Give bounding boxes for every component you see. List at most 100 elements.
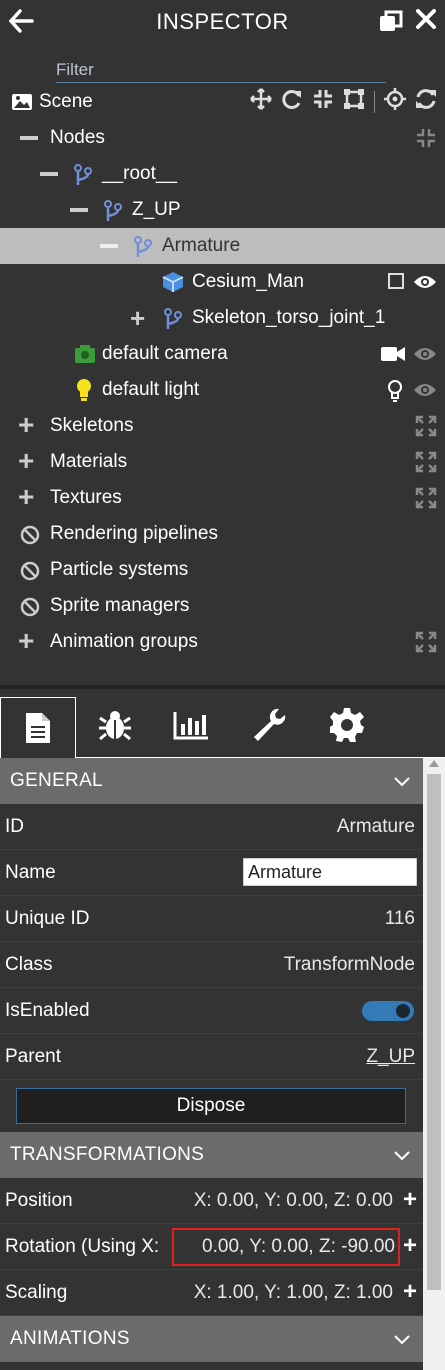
collapse-all-icon[interactable] <box>415 127 437 155</box>
dispose-button[interactable]: Dispose <box>16 1088 406 1124</box>
close-icon[interactable] <box>415 6 437 39</box>
transform-node-icon <box>74 164 92 192</box>
prop-parent: Parent Z_UP <box>0 1034 423 1080</box>
tree-node-default-camera[interactable]: default camera <box>0 336 445 372</box>
tab-statistics[interactable] <box>154 697 228 757</box>
tree-section-materials[interactable]: + Materials <box>0 444 445 480</box>
prop-unique-id: Unique ID 116 <box>0 896 423 942</box>
prop-id-label: ID <box>5 815 24 837</box>
crosshair-icon[interactable] <box>384 88 406 116</box>
section-label-textures: Textures <box>50 487 122 508</box>
light-bulb-outline-icon[interactable] <box>387 379 403 409</box>
refresh-icon[interactable] <box>415 88 437 116</box>
prop-enabled-label: IsEnabled <box>5 999 90 1021</box>
collapse-minus-icon[interactable] <box>40 172 58 176</box>
tab-settings[interactable] <box>310 697 384 757</box>
enabled-toggle[interactable] <box>362 1001 414 1021</box>
bounding-box-gizmo-icon[interactable] <box>343 88 365 116</box>
collapse-minus-icon[interactable] <box>20 136 38 140</box>
expand-all-icon[interactable] <box>415 487 437 515</box>
tree-node-cesium-man[interactable]: Cesium_Man <box>0 264 445 300</box>
expand-plus-icon[interactable]: + <box>18 627 34 655</box>
tree-node-armature[interactable]: Armature <box>0 228 445 264</box>
section-transformations[interactable]: TRANSFORMATIONS <box>0 1132 423 1178</box>
expand-plus-icon[interactable]: + <box>18 411 34 439</box>
tree-section-rendering-pipelines[interactable]: Rendering pipelines <box>0 516 445 552</box>
section-general[interactable]: GENERAL <box>0 758 423 804</box>
tree-section-animation-groups[interactable]: + Animation groups <box>0 624 445 660</box>
section-animations[interactable]: ANIMATIONS <box>0 1316 423 1362</box>
tree-node-default-light[interactable]: default light <box>0 372 445 408</box>
tree-section-skeletons[interactable]: + Skeletons <box>0 408 445 444</box>
tree-section-textures[interactable]: + Textures <box>0 480 445 516</box>
nodes-row[interactable]: Nodes <box>0 120 445 156</box>
prop-name-label: Name <box>5 861 56 883</box>
parent-link[interactable]: Z_UP <box>366 1046 415 1068</box>
tree-node-root[interactable]: __root__ <box>0 156 445 192</box>
tree-section-sprite-managers[interactable]: Sprite managers <box>0 588 445 624</box>
scaling-value: X: 1.00, Y: 1.00, Z: 1.00 <box>193 1281 393 1303</box>
eye-icon[interactable] <box>413 273 437 297</box>
scroll-up-arrow-icon[interactable] <box>429 760 439 767</box>
expand-plus-icon[interactable]: + <box>403 1234 417 1258</box>
chevron-down-icon[interactable] <box>393 772 411 794</box>
tab-properties[interactable] <box>0 697 76 759</box>
dispose-row: Dispose <box>0 1080 423 1132</box>
prop-rotation[interactable]: Rotation (Using X: 0.00, Y: 0.00, Z: -90… <box>0 1224 423 1270</box>
expand-plus-icon[interactable]: + <box>403 1280 417 1304</box>
expand-plus-icon[interactable]: + <box>403 1188 417 1212</box>
light-bulb-icon <box>76 378 92 408</box>
prop-class-label: Class <box>5 953 53 975</box>
transform-node-icon <box>104 200 122 228</box>
expand-all-icon[interactable] <box>415 415 437 443</box>
node-label-cesium-man: Cesium_Man <box>192 271 304 292</box>
highlight-box <box>172 1228 400 1266</box>
wrench-icon <box>251 707 287 748</box>
chevron-down-icon[interactable] <box>393 1146 411 1168</box>
section-title-animations: ANIMATIONS <box>10 1328 130 1349</box>
prop-scaling[interactable]: Scaling X: 1.00, Y: 1.00, Z: 1.00 + <box>0 1270 423 1316</box>
node-label-armature: Armature <box>162 235 241 256</box>
eye-icon[interactable] <box>413 381 437 405</box>
camera-icon <box>74 344 96 370</box>
tab-debug[interactable] <box>78 697 152 757</box>
prop-class: Class TransformNode <box>0 942 423 988</box>
name-field[interactable] <box>243 858 417 886</box>
prop-class-value: TransformNode <box>283 953 415 975</box>
expand-plus-icon[interactable]: + <box>18 483 34 511</box>
expand-plus-icon[interactable]: + <box>130 305 145 331</box>
bounding-box-checkbox[interactable] <box>388 273 404 289</box>
section-label-rendering-pipelines: Rendering pipelines <box>50 523 218 544</box>
popout-icon[interactable] <box>379 10 403 37</box>
scrollbar-thumb[interactable] <box>427 774 441 1290</box>
section-label-particle-systems: Particle systems <box>50 559 189 580</box>
eye-icon[interactable] <box>413 345 437 369</box>
rotate-gizmo-icon[interactable] <box>281 88 303 116</box>
expand-all-icon[interactable] <box>415 451 437 479</box>
prop-is-enabled: IsEnabled <box>0 988 423 1034</box>
video-camera-icon[interactable] <box>381 346 405 368</box>
tree-section-particle-systems[interactable]: Particle systems <box>0 552 445 588</box>
ban-icon <box>20 525 40 551</box>
properties-scrollbar[interactable] <box>423 758 445 1370</box>
collapse-minus-icon[interactable] <box>100 244 118 248</box>
scene-row[interactable]: Scene <box>0 84 445 120</box>
properties-pane: GENERAL ID Armature Name Unique ID 116 C… <box>0 758 423 1370</box>
chevron-down-icon[interactable] <box>393 1330 411 1352</box>
pane-divider[interactable] <box>0 685 445 689</box>
prop-position-label: Position <box>5 1189 73 1211</box>
expand-plus-icon[interactable]: + <box>18 447 34 475</box>
expand-all-icon[interactable] <box>415 631 437 659</box>
tab-tools[interactable] <box>232 697 306 757</box>
toggle-knob <box>396 1004 410 1018</box>
move-gizmo-icon[interactable] <box>250 88 272 116</box>
mesh-cube-icon <box>162 271 184 299</box>
filter-input[interactable] <box>56 58 386 83</box>
scene-label: Scene <box>39 91 93 112</box>
tree-node-z-up[interactable]: Z_UP <box>0 192 445 228</box>
tree-node-skeleton-joint[interactable]: + Skeleton_torso_joint_1 <box>0 300 445 336</box>
section-label-materials: Materials <box>50 451 128 472</box>
prop-position[interactable]: Position X: 0.00, Y: 0.00, Z: 0.00 + <box>0 1178 423 1224</box>
scale-gizmo-icon[interactable] <box>312 88 334 116</box>
collapse-minus-icon[interactable] <box>70 208 88 212</box>
